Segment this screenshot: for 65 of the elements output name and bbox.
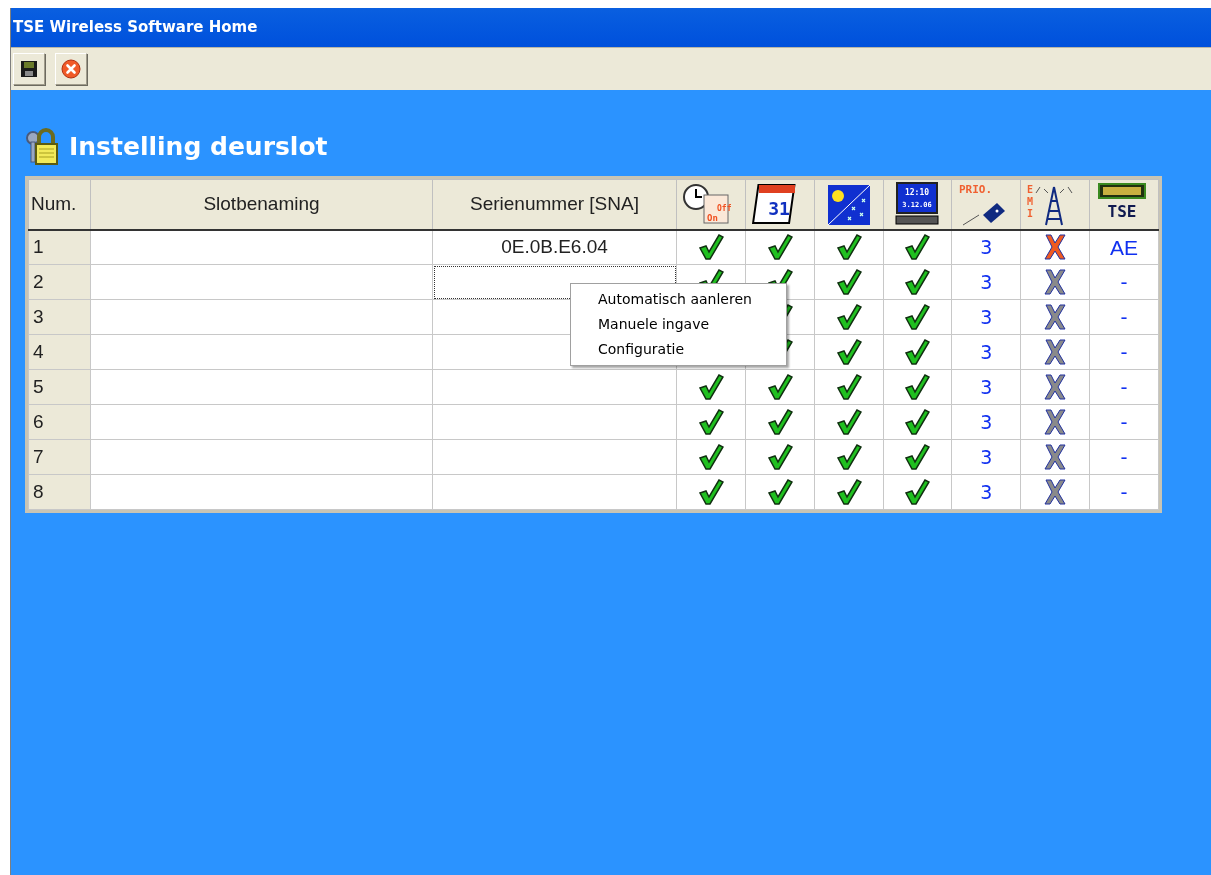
window-title: TSE Wireless Software Home — [13, 17, 258, 39]
table-cell[interactable] — [90, 264, 433, 300]
tse-value: - — [1089, 439, 1159, 475]
priority-value: 3 — [951, 264, 1021, 300]
sun-snow-icon — [827, 184, 871, 226]
icon-label: PRIO. — [959, 183, 993, 197]
table-cell[interactable] — [90, 474, 433, 510]
icon-label: Off — [716, 204, 732, 214]
tag-icon — [962, 203, 1006, 226]
tse-logo-icon — [1098, 183, 1147, 200]
row-number: 3 — [28, 299, 91, 335]
clock-on-off-icon — [682, 184, 729, 224]
row-number: 8 — [28, 474, 91, 510]
tse-value: AE — [1089, 229, 1159, 265]
icon-label: 31 — [767, 198, 790, 220]
priority-value: 3 — [951, 299, 1021, 335]
tse-value: - — [1089, 299, 1159, 335]
page-heading: Instelling deurslot — [69, 131, 328, 164]
priority-value: 3 — [951, 369, 1021, 405]
tse-value: - — [1089, 264, 1159, 300]
close-icon — [61, 59, 81, 79]
computer-icon — [895, 182, 939, 225]
menu-item[interactable]: Manuele ingave — [571, 312, 786, 337]
row-number: 5 — [28, 369, 91, 405]
serial-cell[interactable] — [432, 404, 677, 440]
tse-value: - — [1089, 369, 1159, 405]
menu-item[interactable]: Automatisch aanleren — [571, 287, 786, 312]
icon-label: M — [1027, 196, 1034, 208]
tse-value: - — [1089, 474, 1159, 510]
icon-label: 12:10 — [905, 188, 930, 198]
row-number: 2 — [28, 264, 91, 300]
tse-value: - — [1089, 334, 1159, 370]
icon-label: E — [1027, 184, 1034, 196]
table-cell[interactable] — [90, 334, 433, 370]
table-cell[interactable] — [90, 299, 433, 335]
priority-value: 3 — [951, 404, 1021, 440]
row-number: 1 — [28, 229, 91, 265]
serial-cell[interactable] — [432, 439, 677, 475]
priority-value: 3 — [951, 474, 1021, 510]
icon-label: TSE — [1107, 202, 1137, 222]
icon-label: I — [1027, 208, 1034, 220]
calendar-icon — [751, 184, 796, 225]
priority-value: 3 — [951, 229, 1021, 265]
column-header[interactable]: Num. — [28, 179, 91, 230]
tse-value: - — [1089, 404, 1159, 440]
serial-cell[interactable] — [432, 474, 677, 510]
close-button[interactable] — [55, 53, 87, 85]
radio-tower-icon — [1035, 186, 1073, 227]
table-cell[interactable] — [90, 229, 433, 265]
save-button[interactable] — [13, 53, 45, 85]
row-number: 6 — [28, 404, 91, 440]
table-cell[interactable] — [90, 439, 433, 475]
icon-label: On — [706, 213, 718, 224]
serial-cell[interactable]: 0E.0B.E6.04 — [432, 229, 677, 265]
row-number: 7 — [28, 439, 91, 475]
column-header[interactable]: Slotbenaming — [90, 179, 433, 230]
priority-value: 3 — [951, 439, 1021, 475]
table-cell[interactable] — [90, 369, 433, 405]
menu-item[interactable]: Configuratie — [571, 337, 786, 362]
priority-value: 3 — [951, 334, 1021, 370]
padlock-keys-icon — [25, 128, 59, 166]
serial-cell[interactable] — [432, 369, 677, 405]
column-header[interactable]: Serienummer [SNA] — [432, 179, 677, 230]
row-number: 4 — [28, 334, 91, 370]
table-cell[interactable] — [90, 404, 433, 440]
